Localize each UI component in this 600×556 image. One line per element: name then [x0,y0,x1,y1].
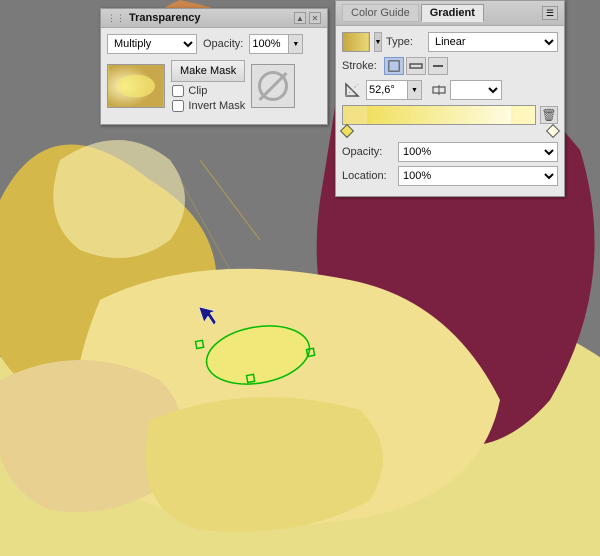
panel-close-btn[interactable]: ✕ [309,12,321,24]
stroke-icons [384,57,448,75]
invert-mask-checkbox[interactable] [172,100,184,112]
stroke-row: Stroke: [342,57,558,75]
transparency-panel-title: Transparency [129,12,201,24]
gradient-panel-header: Color Guide Gradient ☰ [336,1,564,26]
type-label: Type: [386,36,424,48]
opacity-input-wrap: ▼ [249,34,303,54]
panel-collapse-btn[interactable]: ▲ [294,12,306,24]
aspect-icon [430,81,448,99]
gradient-opacity-label: Opacity: [342,146,394,158]
stroke-icon-3[interactable] [428,57,448,75]
angle-input[interactable] [367,84,407,96]
angle-dropdown-arrow[interactable]: ▼ [407,81,421,99]
gradient-opacity-row: Opacity: 100% [342,142,558,162]
make-mask-button[interactable]: Make Mask [171,60,245,82]
type-row: ▼ Type: Linear Radial [342,32,558,52]
panel-menu-button[interactable]: ☰ [542,6,558,20]
stroke-icon-1[interactable] [384,57,404,75]
gradient-stops-row [342,125,558,137]
gradient-type-select[interactable]: Linear Radial [428,32,558,52]
gradient-location-label: Location: [342,170,394,182]
panel-drag-handle: ⋮⋮ Transparency [107,12,201,24]
opacity-input[interactable] [250,38,288,50]
stroke-label: Stroke: [342,60,380,72]
aspect-row [430,80,502,100]
gradient-stop-right[interactable] [546,124,560,138]
transparency-panel-body: Multiply Opacity: ▼ [101,28,327,124]
mask-thumbnail [251,64,295,108]
gradient-location-select[interactable]: 100% [398,166,558,186]
gradient-panel: Color Guide Gradient ☰ ▼ [335,0,565,197]
angle-row: ▼ [342,80,558,100]
clip-checkbox-row: Clip [172,85,245,97]
gradient-stop-left[interactable] [340,124,354,138]
gradient-bar-row: 🗑 [342,105,558,125]
clip-label: Clip [188,85,207,97]
stroke-icon-2[interactable] [406,57,426,75]
panel-tabs: Color Guide Gradient [342,4,484,22]
gradient-bar-section: 🗑 [342,105,558,137]
aspect-select[interactable] [450,80,502,100]
swatch-expand-btn[interactable]: ▼ [374,32,382,52]
invert-mask-checkbox-row: Invert Mask [172,100,245,112]
opacity-label: Opacity: [203,38,243,50]
gradient-opacity-select[interactable]: 100% [398,142,558,162]
clip-checkbox[interactable] [172,85,184,97]
thumbnails-row: Make Mask Clip Invert Mask [107,60,321,112]
gradient-bar[interactable] [342,105,536,125]
gradient-location-row: Location: 100% [342,166,558,186]
blend-row: Multiply Opacity: ▼ [107,34,321,54]
delete-stop-button[interactable]: 🗑 [540,106,558,124]
angle-icon [342,80,362,100]
tab-color-guide[interactable]: Color Guide [342,4,419,22]
checkboxes-col: Clip Invert Mask [172,85,245,112]
layer-thumbnail [107,64,165,108]
gradient-color-swatch[interactable] [342,32,370,52]
blend-mode-select[interactable]: Multiply [107,34,197,54]
invert-mask-label: Invert Mask [188,100,245,112]
gradient-panel-body: ▼ Type: Linear Radial Stroke: [336,26,564,196]
panel-controls: ▲ ✕ [294,12,321,24]
transparency-panel: ⋮⋮ Transparency ▲ ✕ Multiply Opacity: ▼ [100,8,328,125]
tab-gradient[interactable]: Gradient [421,4,484,22]
opacity-dropdown-arrow[interactable]: ▼ [288,35,302,53]
transparency-panel-titlebar: ⋮⋮ Transparency ▲ ✕ [101,9,327,28]
no-mask-symbol [258,71,288,101]
angle-input-wrap: ▼ [366,80,422,100]
